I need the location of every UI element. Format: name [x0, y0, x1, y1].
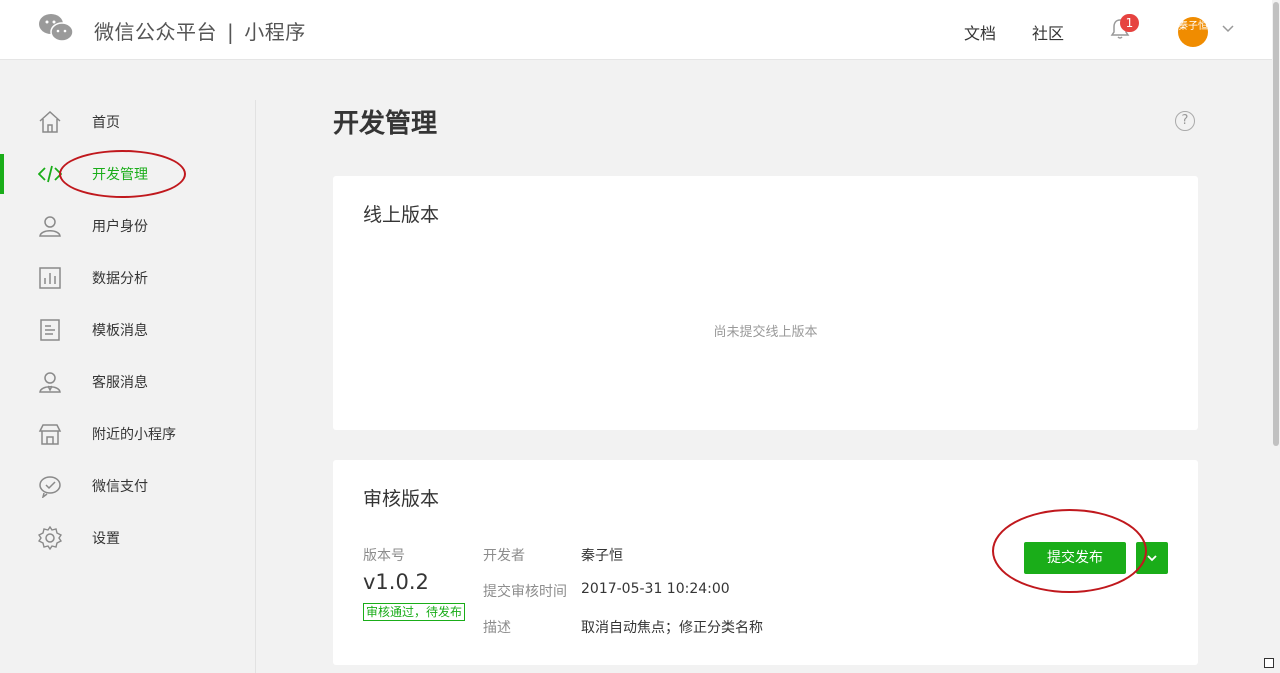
online-version-title: 线上版本 [363, 204, 440, 226]
docs-link[interactable]: 文档 [964, 20, 996, 44]
sidebar-item-label: 模板消息 [92, 323, 148, 339]
store-icon [38, 424, 62, 445]
document-icon [40, 319, 60, 341]
submit-time-value: 2017-05-31 10:24:00 [581, 581, 730, 597]
sidebar-item-label: 微信支付 [92, 479, 148, 495]
brand-name[interactable]: 微信公众平台 [94, 20, 217, 44]
page-title: 开发管理 [333, 109, 438, 139]
brand-separator: | [227, 20, 235, 44]
scrollbar-thumb[interactable] [1273, 2, 1279, 446]
home-icon [39, 110, 61, 133]
wechat-pay-icon [39, 476, 61, 498]
user-icon [39, 216, 61, 237]
sidebar-item-home[interactable]: 首页 [0, 102, 256, 142]
sidebar-item-label: 首页 [92, 115, 120, 131]
sidebar-item-label: 用户身份 [92, 219, 148, 235]
description-label: 描述 [483, 620, 511, 636]
gear-icon [38, 526, 62, 550]
support-icon [39, 372, 61, 393]
sidebar-item-label: 数据分析 [92, 271, 148, 287]
sidebar-item-label: 设置 [92, 531, 120, 547]
online-version-empty: 尚未提交线上版本 [713, 325, 818, 340]
chart-icon [39, 267, 61, 289]
developer-value: 秦子恒 [581, 548, 623, 564]
notification-badge: 1 [1120, 14, 1139, 32]
version-label: 版本号 [363, 548, 405, 564]
sidebar-item-label: 附近的小程序 [92, 427, 176, 443]
scrollbar[interactable] [1272, 0, 1280, 673]
annotation-circle [992, 509, 1147, 593]
sidebar-item-nearby[interactable]: 附近的小程序 [0, 414, 256, 454]
sidebar-item-label: 客服消息 [92, 375, 148, 391]
avatar[interactable]: 秦子恒 [1178, 17, 1208, 47]
product-name[interactable]: 小程序 [244, 20, 306, 44]
review-version-title: 审核版本 [363, 488, 440, 510]
community-link[interactable]: 社区 [1032, 20, 1064, 44]
online-version-card: 线上版本 尚未提交线上版本 [333, 176, 1198, 430]
annotation-circle [59, 150, 186, 198]
resize-handle[interactable] [1264, 658, 1274, 668]
description-value: 取消自动焦点；修正分类名称 [581, 620, 763, 636]
top-bar: 微信公众平台 | 小程序 文档 社区 1 秦子恒 [0, 0, 1272, 60]
developer-label: 开发者 [483, 548, 525, 564]
wechat-logo-icon[interactable] [38, 12, 74, 44]
version-number: v1.0.2 [363, 570, 429, 594]
sidebar-item-analytics[interactable]: 数据分析 [0, 258, 256, 298]
sidebar-item-settings[interactable]: 设置 [0, 518, 256, 558]
submit-time-label: 提交审核时间 [483, 584, 567, 600]
sidebar-item-template-messages[interactable]: 模板消息 [0, 310, 256, 350]
chevron-down-icon[interactable] [1221, 22, 1235, 36]
status-badge: 审核通过，待发布 [363, 603, 466, 621]
platform-title: 微信公众平台 | 小程序 [94, 16, 306, 45]
sidebar-item-customer-service[interactable]: 客服消息 [0, 362, 256, 402]
help-icon[interactable]: ? [1175, 111, 1195, 131]
sidebar-item-wechat-pay[interactable]: 微信支付 [0, 466, 256, 506]
sidebar-item-user-identity[interactable]: 用户身份 [0, 206, 256, 246]
